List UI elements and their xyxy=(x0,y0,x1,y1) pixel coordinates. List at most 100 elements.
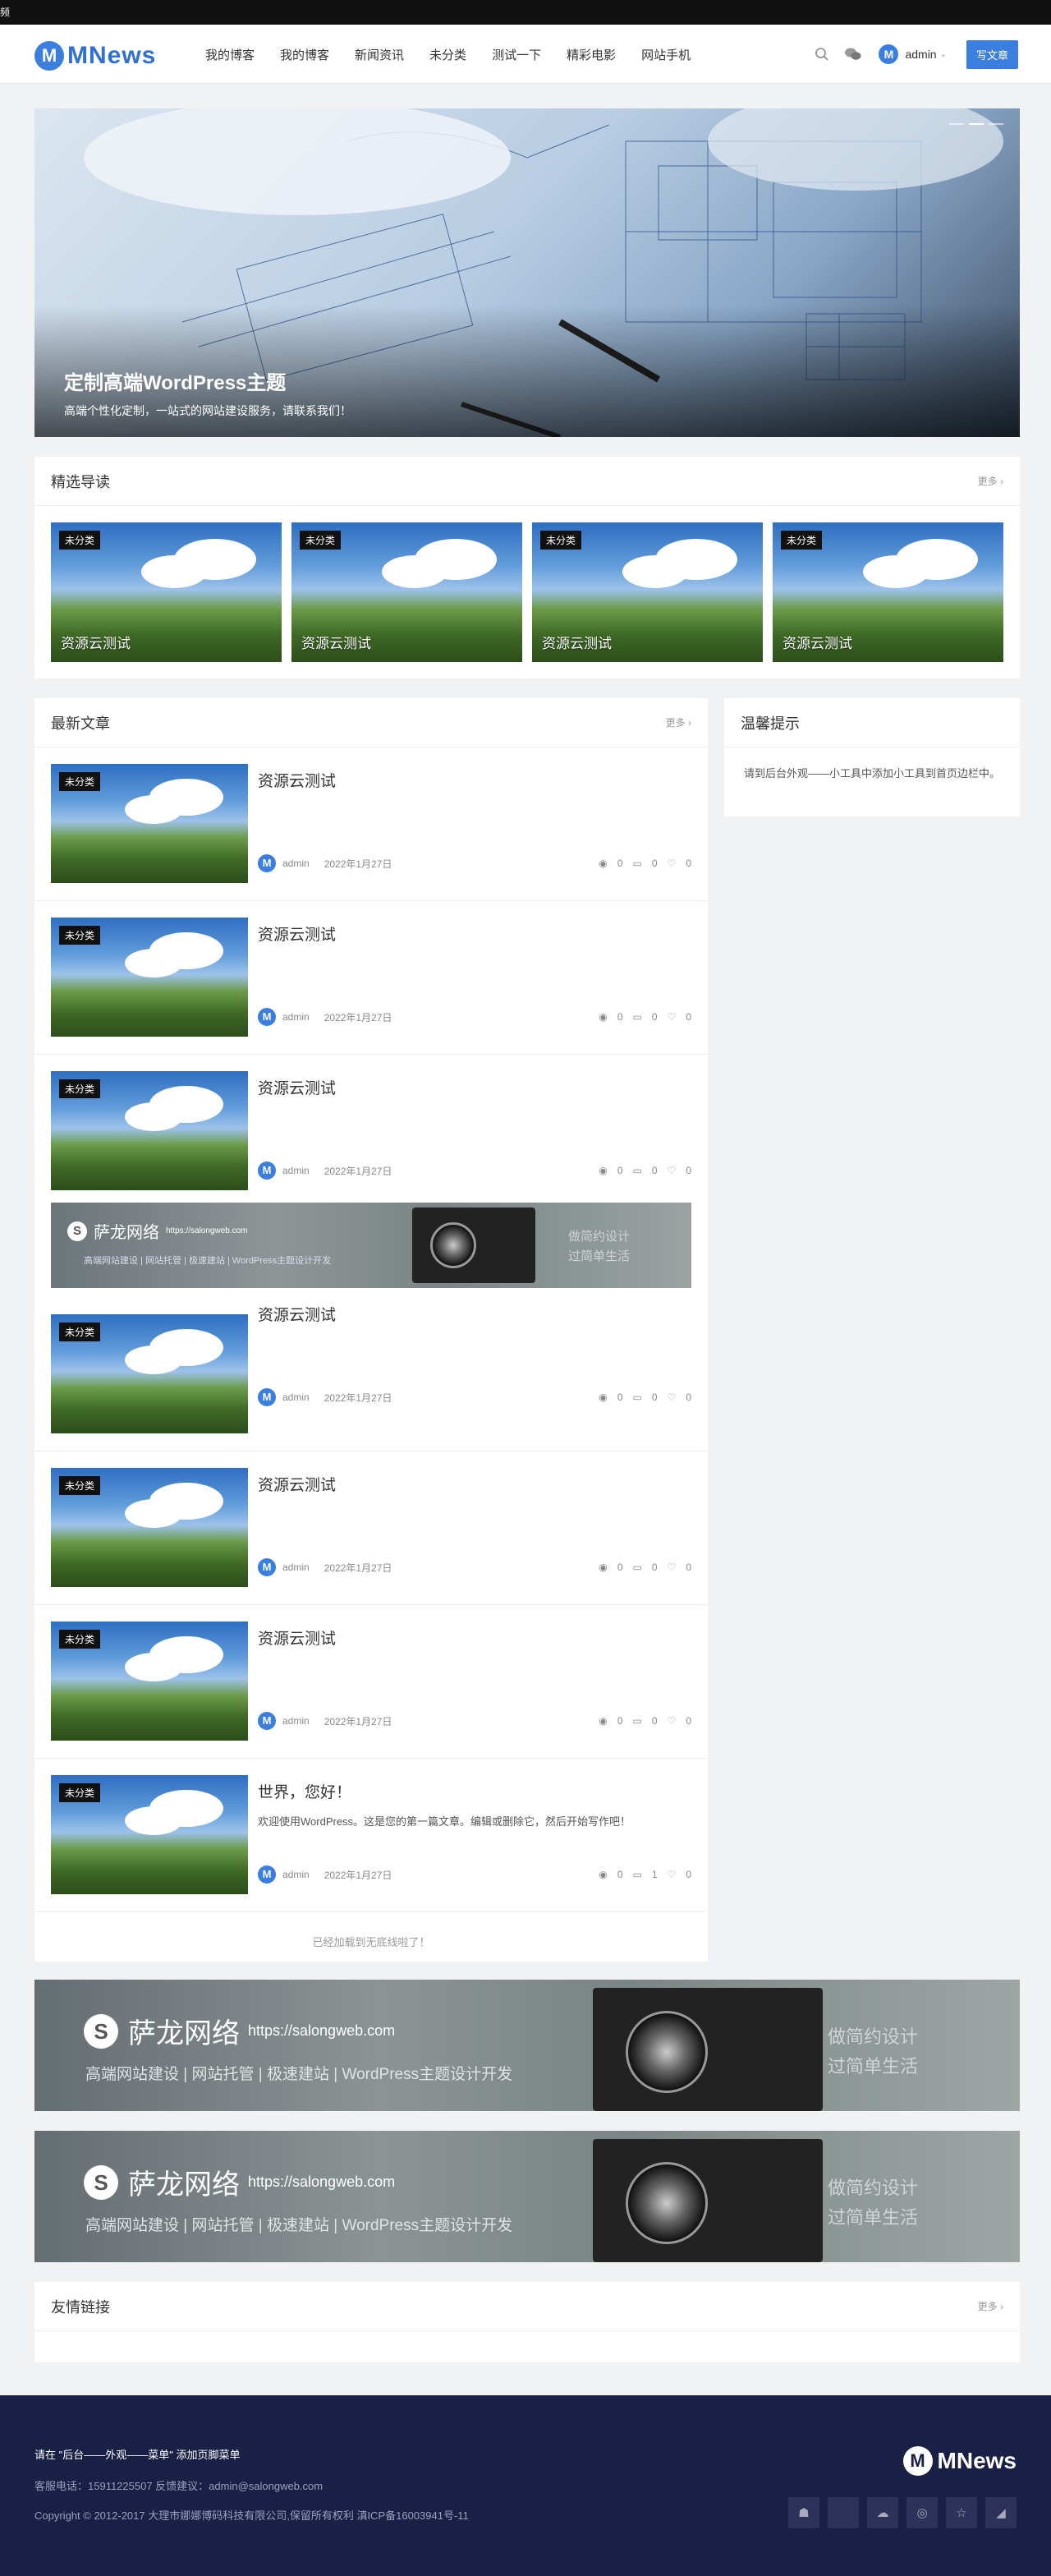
weibo-icon[interactable]: ◎ xyxy=(906,2497,938,2528)
category-tag[interactable]: 未分类 xyxy=(59,1783,101,1802)
nav-item-movies[interactable]: 精彩电影 xyxy=(567,46,616,63)
post-author[interactable]: admin xyxy=(282,1715,310,1727)
category-tag[interactable]: 未分类 xyxy=(59,772,101,791)
post-thumbnail[interactable]: 未分类 xyxy=(51,1775,248,1894)
post-author[interactable]: admin xyxy=(282,1011,310,1023)
nav-item-uncategorized[interactable]: 未分类 xyxy=(429,46,466,63)
post-title[interactable]: 资源云测试 xyxy=(258,1303,336,1325)
ad-banner-1[interactable]: S 萨龙网络 https://salongweb.com 高端网站建设 | 网站托管… xyxy=(34,1980,1020,2111)
post-author[interactable]: admin xyxy=(282,858,310,869)
post-author[interactable]: admin xyxy=(282,1562,310,1573)
nav-item-blog-2[interactable]: 我的博客 xyxy=(280,46,329,63)
camera-image xyxy=(593,2139,823,2262)
nav-item-mobile[interactable]: 网站手机 xyxy=(641,46,691,63)
ad-banner-inline[interactable]: S 萨龙网络 https://salongweb.com 高端网站建设 | 网站托管… xyxy=(51,1203,691,1288)
latest-more-link[interactable]: 更多 › xyxy=(666,715,691,729)
slider-dots[interactable] xyxy=(944,123,1003,125)
comment-icon[interactable]: ▭ xyxy=(633,1011,642,1023)
latest-title: 最新文章 xyxy=(51,715,110,732)
post-item: 未分类 资源云测试 Madmin 2022年1月27日 ◉ 0 ▭ 0 ♡ 0 xyxy=(34,1605,708,1759)
author-avatar[interactable]: M xyxy=(258,1162,276,1180)
category-tag[interactable]: 未分类 xyxy=(300,531,342,550)
sidebar-text: 请到后台外观——小工具中添加小工具到首页边栏中。 xyxy=(744,767,1001,780)
nav-item-blog[interactable]: 我的博客 xyxy=(205,46,255,63)
post-title[interactable]: 资源云测试 xyxy=(258,1473,336,1495)
android-icon[interactable]: ☗ xyxy=(788,2497,819,2528)
post-thumbnail[interactable]: 未分类 xyxy=(51,764,248,883)
post-thumbnail[interactable]: 未分类 xyxy=(51,1468,248,1587)
post-author[interactable]: admin xyxy=(282,1165,310,1176)
post-title[interactable]: 资源云测试 xyxy=(258,922,336,945)
footer-menu-hint[interactable]: 请在 "后台——外观——菜单" 添加页脚菜单 xyxy=(34,2446,240,2462)
like-icon[interactable]: ♡ xyxy=(668,1392,677,1403)
like-icon[interactable]: ♡ xyxy=(668,1715,677,1727)
views-icon: ◉ xyxy=(599,1869,608,1880)
featured-item[interactable]: 未分类 资源云测试 xyxy=(532,522,763,662)
category-tag[interactable]: 未分类 xyxy=(59,531,101,550)
hero-slider[interactable]: 定制高端WordPress主题 高端个性化定制，一站式的网站建设服务，请联系我们… xyxy=(34,108,1020,437)
featured-item-title[interactable]: 资源云测试 xyxy=(61,632,131,652)
category-tag[interactable]: 未分类 xyxy=(59,1476,101,1495)
category-tag[interactable]: 未分类 xyxy=(59,926,101,945)
ad-slogan-1: 做简约设计 xyxy=(568,1230,631,1244)
author-avatar[interactable]: M xyxy=(258,1558,276,1576)
views-count: 0 xyxy=(617,1715,623,1727)
like-icon[interactable]: ♡ xyxy=(668,1011,677,1023)
like-icon[interactable]: ♡ xyxy=(668,1869,677,1880)
post-title[interactable]: 资源云测试 xyxy=(258,1626,336,1649)
site-logo[interactable]: M MNews xyxy=(34,41,156,71)
post-author[interactable]: admin xyxy=(282,1392,310,1403)
featured-item[interactable]: 未分类 资源云测试 xyxy=(51,522,282,662)
write-post-button[interactable]: 写文章 xyxy=(966,39,1018,69)
featured-item-title[interactable]: 资源云测试 xyxy=(542,632,612,652)
author-avatar[interactable]: M xyxy=(258,854,276,872)
star-icon[interactable]: ☆ xyxy=(946,2497,977,2528)
author-avatar[interactable]: M xyxy=(258,1388,276,1406)
author-avatar[interactable]: M xyxy=(258,1712,276,1730)
friend-links-title: 友情链接 xyxy=(51,2298,110,2316)
footer-logo[interactable]: M MNews xyxy=(902,2446,1017,2476)
featured-item-title[interactable]: 资源云测试 xyxy=(783,632,852,652)
user-menu[interactable]: M admin ⌄ xyxy=(879,44,947,64)
wechat-icon[interactable] xyxy=(842,44,864,65)
nav-item-test[interactable]: 测试一下 xyxy=(492,46,541,63)
rss-icon[interactable]: ◢ xyxy=(985,2497,1017,2528)
comment-icon[interactable]: ▭ xyxy=(633,1562,642,1573)
comment-icon[interactable]: ▭ xyxy=(633,858,642,869)
like-icon[interactable]: ♡ xyxy=(668,1165,677,1176)
featured-item[interactable]: 未分类 资源云测试 xyxy=(773,522,1003,662)
post-title[interactable]: 资源云测试 xyxy=(258,769,336,791)
post-title[interactable]: 资源云测试 xyxy=(258,1076,336,1098)
hero-title[interactable]: 定制高端WordPress主题 xyxy=(64,366,286,395)
category-tag[interactable]: 未分类 xyxy=(540,531,582,550)
featured-more-link[interactable]: 更多 › xyxy=(978,474,1003,488)
comment-icon[interactable]: ▭ xyxy=(633,1392,642,1403)
author-avatar[interactable]: M xyxy=(258,1865,276,1884)
like-icon[interactable]: ♡ xyxy=(668,1562,677,1573)
comment-icon[interactable]: ▭ xyxy=(633,1165,642,1176)
category-tag[interactable]: 未分类 xyxy=(59,1079,101,1098)
comment-icon[interactable]: ▭ xyxy=(633,1869,642,1880)
category-tag[interactable]: 未分类 xyxy=(59,1630,101,1649)
post-author[interactable]: admin xyxy=(282,1869,310,1880)
brand-logo-icon: S xyxy=(67,1221,87,1241)
comment-icon[interactable]: ▭ xyxy=(633,1715,642,1727)
featured-item-title[interactable]: 资源云测试 xyxy=(301,632,371,652)
post-thumbnail[interactable]: 未分类 xyxy=(51,1071,248,1190)
friend-links-more[interactable]: 更多 › xyxy=(978,2299,1003,2313)
apple-icon[interactable] xyxy=(828,2497,859,2528)
like-icon[interactable]: ♡ xyxy=(668,858,677,869)
featured-item[interactable]: 未分类 资源云测试 xyxy=(291,522,522,662)
post-thumbnail[interactable]: 未分类 xyxy=(51,918,248,1037)
author-avatar[interactable]: M xyxy=(258,1008,276,1026)
wechat-icon[interactable]: ☁ xyxy=(867,2497,898,2528)
post-title[interactable]: 世界，您好！ xyxy=(258,1780,351,1802)
nav-item-news[interactable]: 新闻资讯 xyxy=(355,46,404,63)
ad-banner-2[interactable]: S 萨龙网络 https://salongweb.com 高端网站建设 | 网站托管… xyxy=(34,2131,1020,2262)
search-icon[interactable] xyxy=(811,44,833,65)
post-thumbnail[interactable]: 未分类 xyxy=(51,1314,248,1433)
category-tag[interactable]: 未分类 xyxy=(781,531,823,550)
category-tag[interactable]: 未分类 xyxy=(59,1322,101,1341)
post-thumbnail[interactable]: 未分类 xyxy=(51,1622,248,1741)
ad-slogan-2: 过简单生活 xyxy=(568,1249,631,1263)
